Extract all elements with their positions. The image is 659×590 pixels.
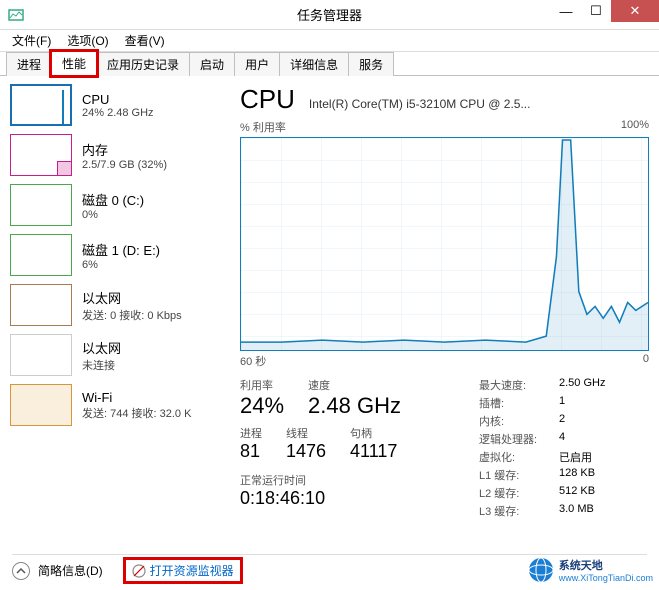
- l3-v: 3.0 MB: [559, 503, 594, 519]
- menu-options[interactable]: 选项(O): [59, 30, 116, 51]
- chart-x-right: 0: [643, 353, 649, 369]
- chevron-up-icon: [16, 566, 26, 576]
- close-button[interactable]: ✕: [611, 0, 659, 22]
- tab-performance[interactable]: 性能: [51, 51, 97, 76]
- tab-processes[interactable]: 进程: [6, 52, 52, 76]
- virt-k: 虚拟化:: [479, 449, 559, 465]
- watermark-brand: 系统天地: [559, 557, 653, 573]
- sidebar-item-cpu[interactable]: CPU24% 2.48 GHz: [10, 84, 228, 126]
- sidebar-label: CPU: [82, 92, 154, 107]
- watermark: 系统天地 www.XiTongTianDi.com: [527, 556, 653, 584]
- watermark-url: www.XiTongTianDi.com: [559, 573, 653, 583]
- brief-info-link[interactable]: 简略信息(D): [38, 562, 103, 579]
- cpu-utilization-chart: [240, 137, 649, 351]
- sidebar-sub: 2.5/7.9 GB (32%): [82, 159, 167, 171]
- util-label: 利用率: [240, 377, 284, 393]
- disk-sparkline: [10, 234, 72, 276]
- proc-label: 进程: [240, 425, 262, 441]
- chart-y-label: % 利用率: [240, 119, 286, 135]
- handle-label: 句柄: [350, 425, 397, 441]
- resource-monitor-label: 打开资源监视器: [150, 562, 234, 579]
- proc-value: 81: [240, 441, 262, 462]
- sidebar-item-disk0[interactable]: 磁盘 0 (C:)0%: [10, 184, 228, 226]
- tab-users[interactable]: 用户: [234, 52, 280, 76]
- sidebar-item-ethernet1[interactable]: 以太网未连接: [10, 334, 228, 376]
- speed-value: 2.48 GHz: [308, 393, 401, 419]
- collapse-button[interactable]: [12, 562, 30, 580]
- sidebar-item-disk1[interactable]: 磁盘 1 (D: E:)6%: [10, 234, 228, 276]
- main-title: CPU: [240, 84, 295, 115]
- sidebar-label: 磁盘 0 (C:): [82, 190, 144, 209]
- menu-file[interactable]: 文件(F): [4, 30, 59, 51]
- open-resource-monitor-link[interactable]: 打开资源监视器: [132, 562, 234, 579]
- cores-k: 内核:: [479, 413, 559, 429]
- sidebar-item-ethernet0[interactable]: 以太网发送: 0 接收: 0 Kbps: [10, 284, 228, 326]
- sidebar-sub: 发送: 744 接收: 32.0 K: [82, 405, 191, 421]
- sidebar-label: Wi-Fi: [82, 390, 191, 405]
- cpu-model: Intel(R) Core(TM) i5-3210M CPU @ 2.5...: [309, 97, 531, 111]
- l3-k: L3 缓存:: [479, 503, 559, 519]
- sidebar-label: 磁盘 1 (D: E:): [82, 240, 160, 259]
- sidebar-sub: 0%: [82, 209, 144, 221]
- l2-k: L2 缓存:: [479, 485, 559, 501]
- max-speed-v: 2.50 GHz: [559, 377, 605, 393]
- menu-view[interactable]: 查看(V): [117, 30, 173, 51]
- sidebar-sub: 发送: 0 接收: 0 Kbps: [82, 307, 182, 323]
- thread-value: 1476: [286, 441, 326, 462]
- chart-x-left: 60 秒: [240, 353, 266, 369]
- maximize-button[interactable]: ☐: [581, 0, 611, 22]
- chart-y-max: 100%: [621, 119, 649, 135]
- sockets-v: 1: [559, 395, 565, 411]
- sidebar-item-wifi[interactable]: Wi-Fi发送: 744 接收: 32.0 K: [10, 384, 228, 426]
- thread-label: 线程: [286, 425, 326, 441]
- tab-startup[interactable]: 启动: [189, 52, 235, 76]
- uptime-label: 正常运行时间: [240, 472, 479, 488]
- sidebar-sub: 24% 2.48 GHz: [82, 107, 154, 119]
- l1-v: 128 KB: [559, 467, 595, 483]
- cpu-sparkline: [10, 84, 72, 126]
- sidebar-sub: 未连接: [82, 357, 121, 373]
- util-value: 24%: [240, 393, 284, 419]
- sidebar-label: 以太网: [82, 338, 121, 357]
- app-icon: [8, 7, 24, 23]
- lp-v: 4: [559, 431, 565, 447]
- window-title: 任务管理器: [297, 5, 362, 24]
- memory-sparkline: [10, 134, 72, 176]
- tab-details[interactable]: 详细信息: [279, 52, 349, 76]
- perf-sidebar: CPU24% 2.48 GHz 内存2.5/7.9 GB (32%) 磁盘 0 …: [10, 84, 228, 552]
- virt-v: 已启用: [559, 449, 592, 465]
- globe-icon: [527, 556, 555, 584]
- minimize-button[interactable]: —: [551, 0, 581, 22]
- uptime-value: 0:18:46:10: [240, 488, 479, 509]
- sidebar-label: 以太网: [82, 288, 182, 307]
- ethernet-sparkline: [10, 284, 72, 326]
- cores-v: 2: [559, 413, 565, 429]
- lp-k: 逻辑处理器:: [479, 431, 559, 447]
- resource-monitor-icon: [132, 564, 146, 578]
- l2-v: 512 KB: [559, 485, 595, 501]
- l1-k: L1 缓存:: [479, 467, 559, 483]
- max-speed-k: 最大速度:: [479, 377, 559, 393]
- tab-app-history[interactable]: 应用历史记录: [96, 52, 190, 76]
- sidebar-sub: 6%: [82, 259, 160, 271]
- speed-label: 速度: [308, 377, 401, 393]
- sidebar-item-memory[interactable]: 内存2.5/7.9 GB (32%): [10, 134, 228, 176]
- ethernet-sparkline: [10, 334, 72, 376]
- sidebar-label: 内存: [82, 140, 167, 159]
- wifi-sparkline: [10, 384, 72, 426]
- handle-value: 41117: [350, 441, 397, 462]
- sockets-k: 插槽:: [479, 395, 559, 411]
- disk-sparkline: [10, 184, 72, 226]
- tab-services[interactable]: 服务: [348, 52, 394, 76]
